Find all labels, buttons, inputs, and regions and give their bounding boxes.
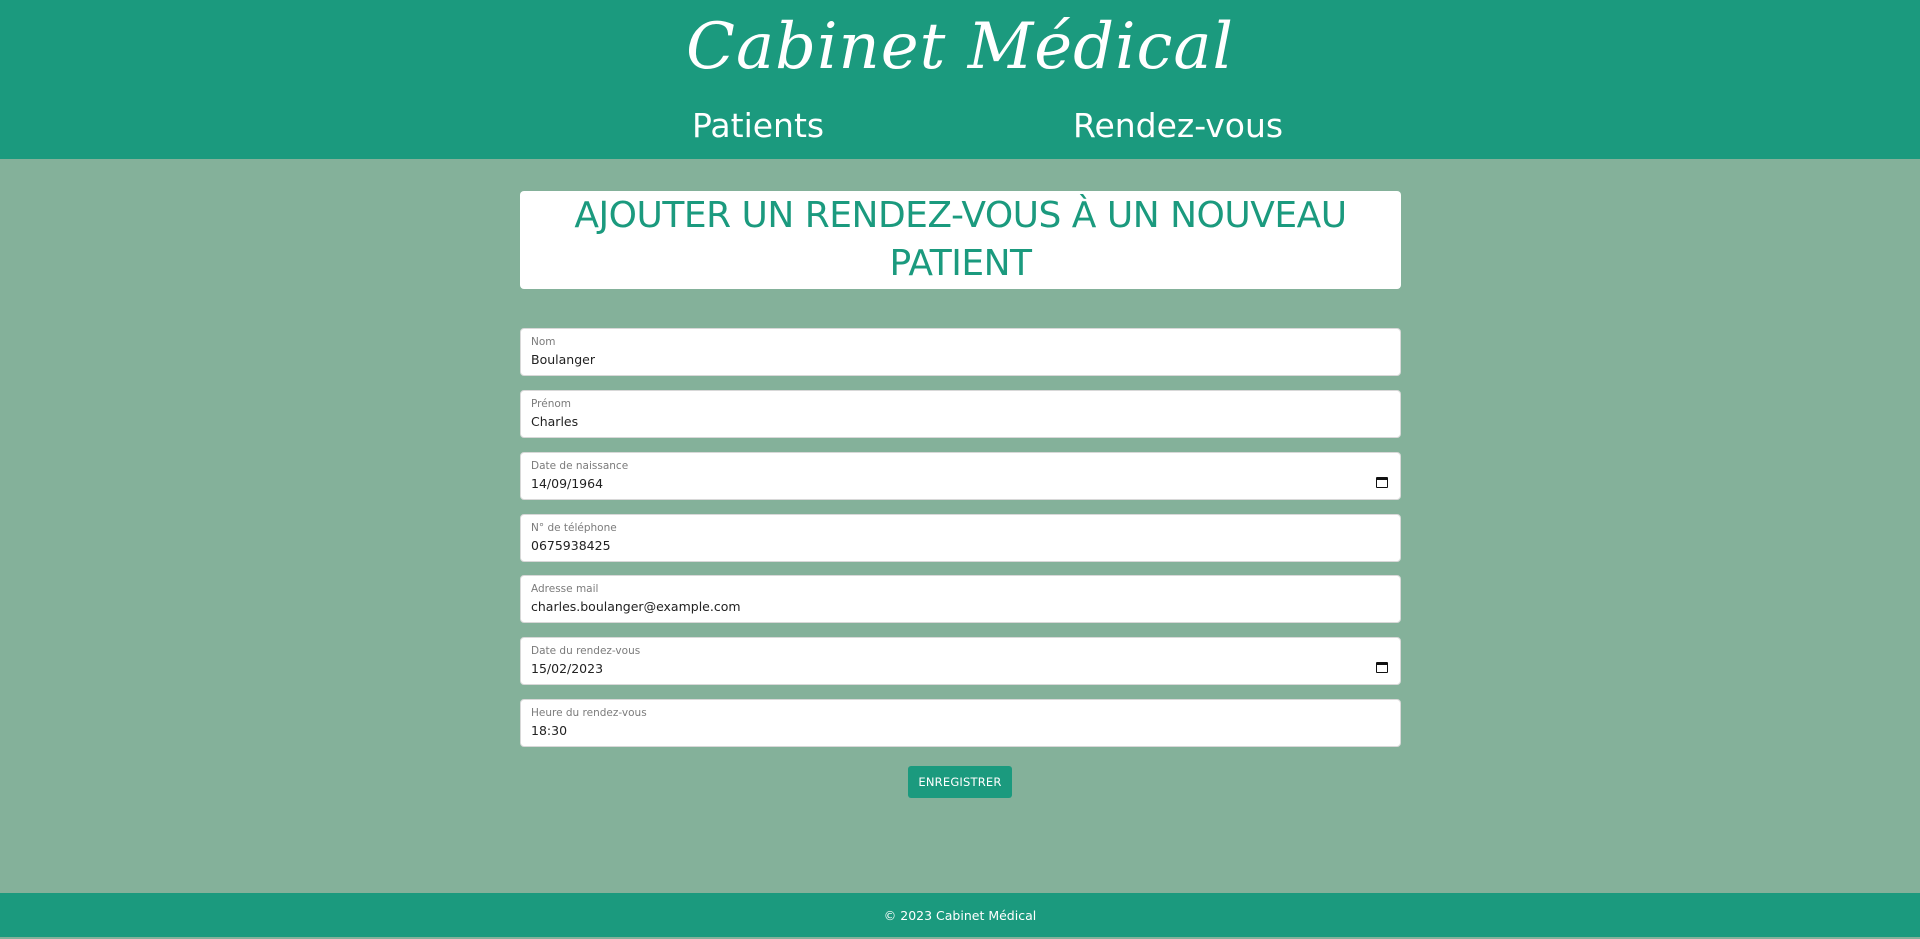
field-date-naissance[interactable]: Date de naissance [520, 452, 1401, 500]
field-label-prenom: Prénom [531, 398, 572, 410]
field-prenom[interactable]: Prénom [520, 390, 1401, 438]
heure-rdv-input[interactable] [531, 722, 1351, 740]
site-header: Cabinet Médical Patients Rendez-vous [0, 0, 1920, 159]
email-input[interactable] [531, 598, 1351, 616]
site-title[interactable]: Cabinet Médical [0, 4, 1920, 90]
calendar-icon[interactable] [1376, 477, 1388, 488]
site-footer: © 2023 Cabinet Médical [0, 893, 1920, 937]
field-label-telephone: N° de téléphone [531, 522, 617, 534]
field-label-heure-rdv: Heure du rendez-vous [531, 707, 647, 719]
field-nom[interactable]: Nom [520, 328, 1401, 376]
field-date-rdv[interactable]: Date du rendez-vous [520, 637, 1401, 685]
field-label-email: Adresse mail [531, 583, 599, 595]
field-telephone[interactable]: N° de téléphone [520, 514, 1401, 562]
field-email[interactable]: Adresse mail [520, 575, 1401, 623]
nav-link-patients[interactable]: Patients [692, 104, 824, 148]
nav-link-rendez-vous[interactable]: Rendez-vous [1073, 104, 1283, 148]
date-naissance-input[interactable] [531, 475, 1351, 493]
field-label-date-rdv: Date du rendez-vous [531, 645, 641, 657]
field-label-date-naissance: Date de naissance [531, 460, 629, 472]
telephone-input[interactable] [531, 537, 1351, 555]
save-button[interactable]: ENREGISTRER [908, 766, 1012, 798]
nom-input[interactable] [531, 351, 1351, 369]
field-label-nom: Nom [531, 336, 556, 348]
calendar-icon[interactable] [1376, 662, 1388, 673]
page-title-card: AJOUTER UN RENDEZ-VOUS À UN NOUVEAU PATI… [520, 191, 1401, 289]
date-rdv-input[interactable] [531, 660, 1351, 678]
prenom-input[interactable] [531, 413, 1351, 431]
footer-copyright: © 2023 Cabinet Médical [883, 908, 1037, 923]
page-title: AJOUTER UN RENDEZ-VOUS À UN NOUVEAU PATI… [574, 195, 1347, 284]
field-heure-rdv[interactable]: Heure du rendez-vous [520, 699, 1401, 747]
